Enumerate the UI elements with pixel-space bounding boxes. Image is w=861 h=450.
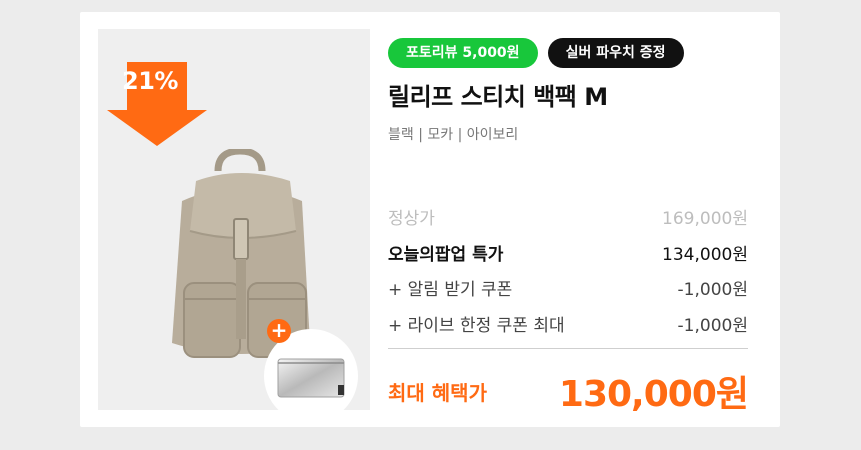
product-info: 포토리뷰 5,000원 실버 파우치 증정 릴리프 스티치 백팩 M 블랙 | …: [388, 38, 748, 144]
product-image-panel[interactable]: 21% +: [98, 29, 370, 410]
photo-review-badge: 포토리뷰 5,000원: [388, 38, 538, 68]
special-price-value: 134,000원: [662, 245, 748, 265]
color-options: 블랙 | 모카 | 아이보리: [388, 127, 519, 143]
gift-badge: 실버 파우치 증정: [547, 38, 684, 68]
regular-price-value: 169,000원: [662, 209, 748, 229]
max-benefit-row: 최대 혜택가 130,000원: [388, 371, 749, 415]
product-title[interactable]: 릴리프 스티치 백팩 M: [388, 77, 748, 112]
product-card[interactable]: 21% + 포토리뷰 5,000원 실버 파우치 증정 릴리프 스티치 백팩 M…: [80, 12, 780, 427]
badge-row: 포토리뷰 5,000원 실버 파우치 증정: [388, 38, 748, 68]
live-coupon-label: + 라이브 한정 쿠폰 최대: [388, 316, 565, 336]
live-coupon-value: -1,000원: [677, 316, 748, 336]
discount-rate: 21%: [122, 67, 178, 95]
max-benefit-label: 최대 혜택가: [388, 381, 487, 405]
special-price-label: 오늘의팝업 특가: [388, 245, 504, 265]
notification-coupon-value: -1,000원: [677, 280, 748, 300]
price-divider: [388, 348, 748, 349]
max-benefit-price: 130,000원: [558, 374, 749, 415]
regular-price-label: 정상가: [388, 209, 435, 229]
plus-icon: +: [267, 319, 291, 343]
notification-coupon-label: + 알림 받기 쿠폰: [388, 280, 513, 300]
